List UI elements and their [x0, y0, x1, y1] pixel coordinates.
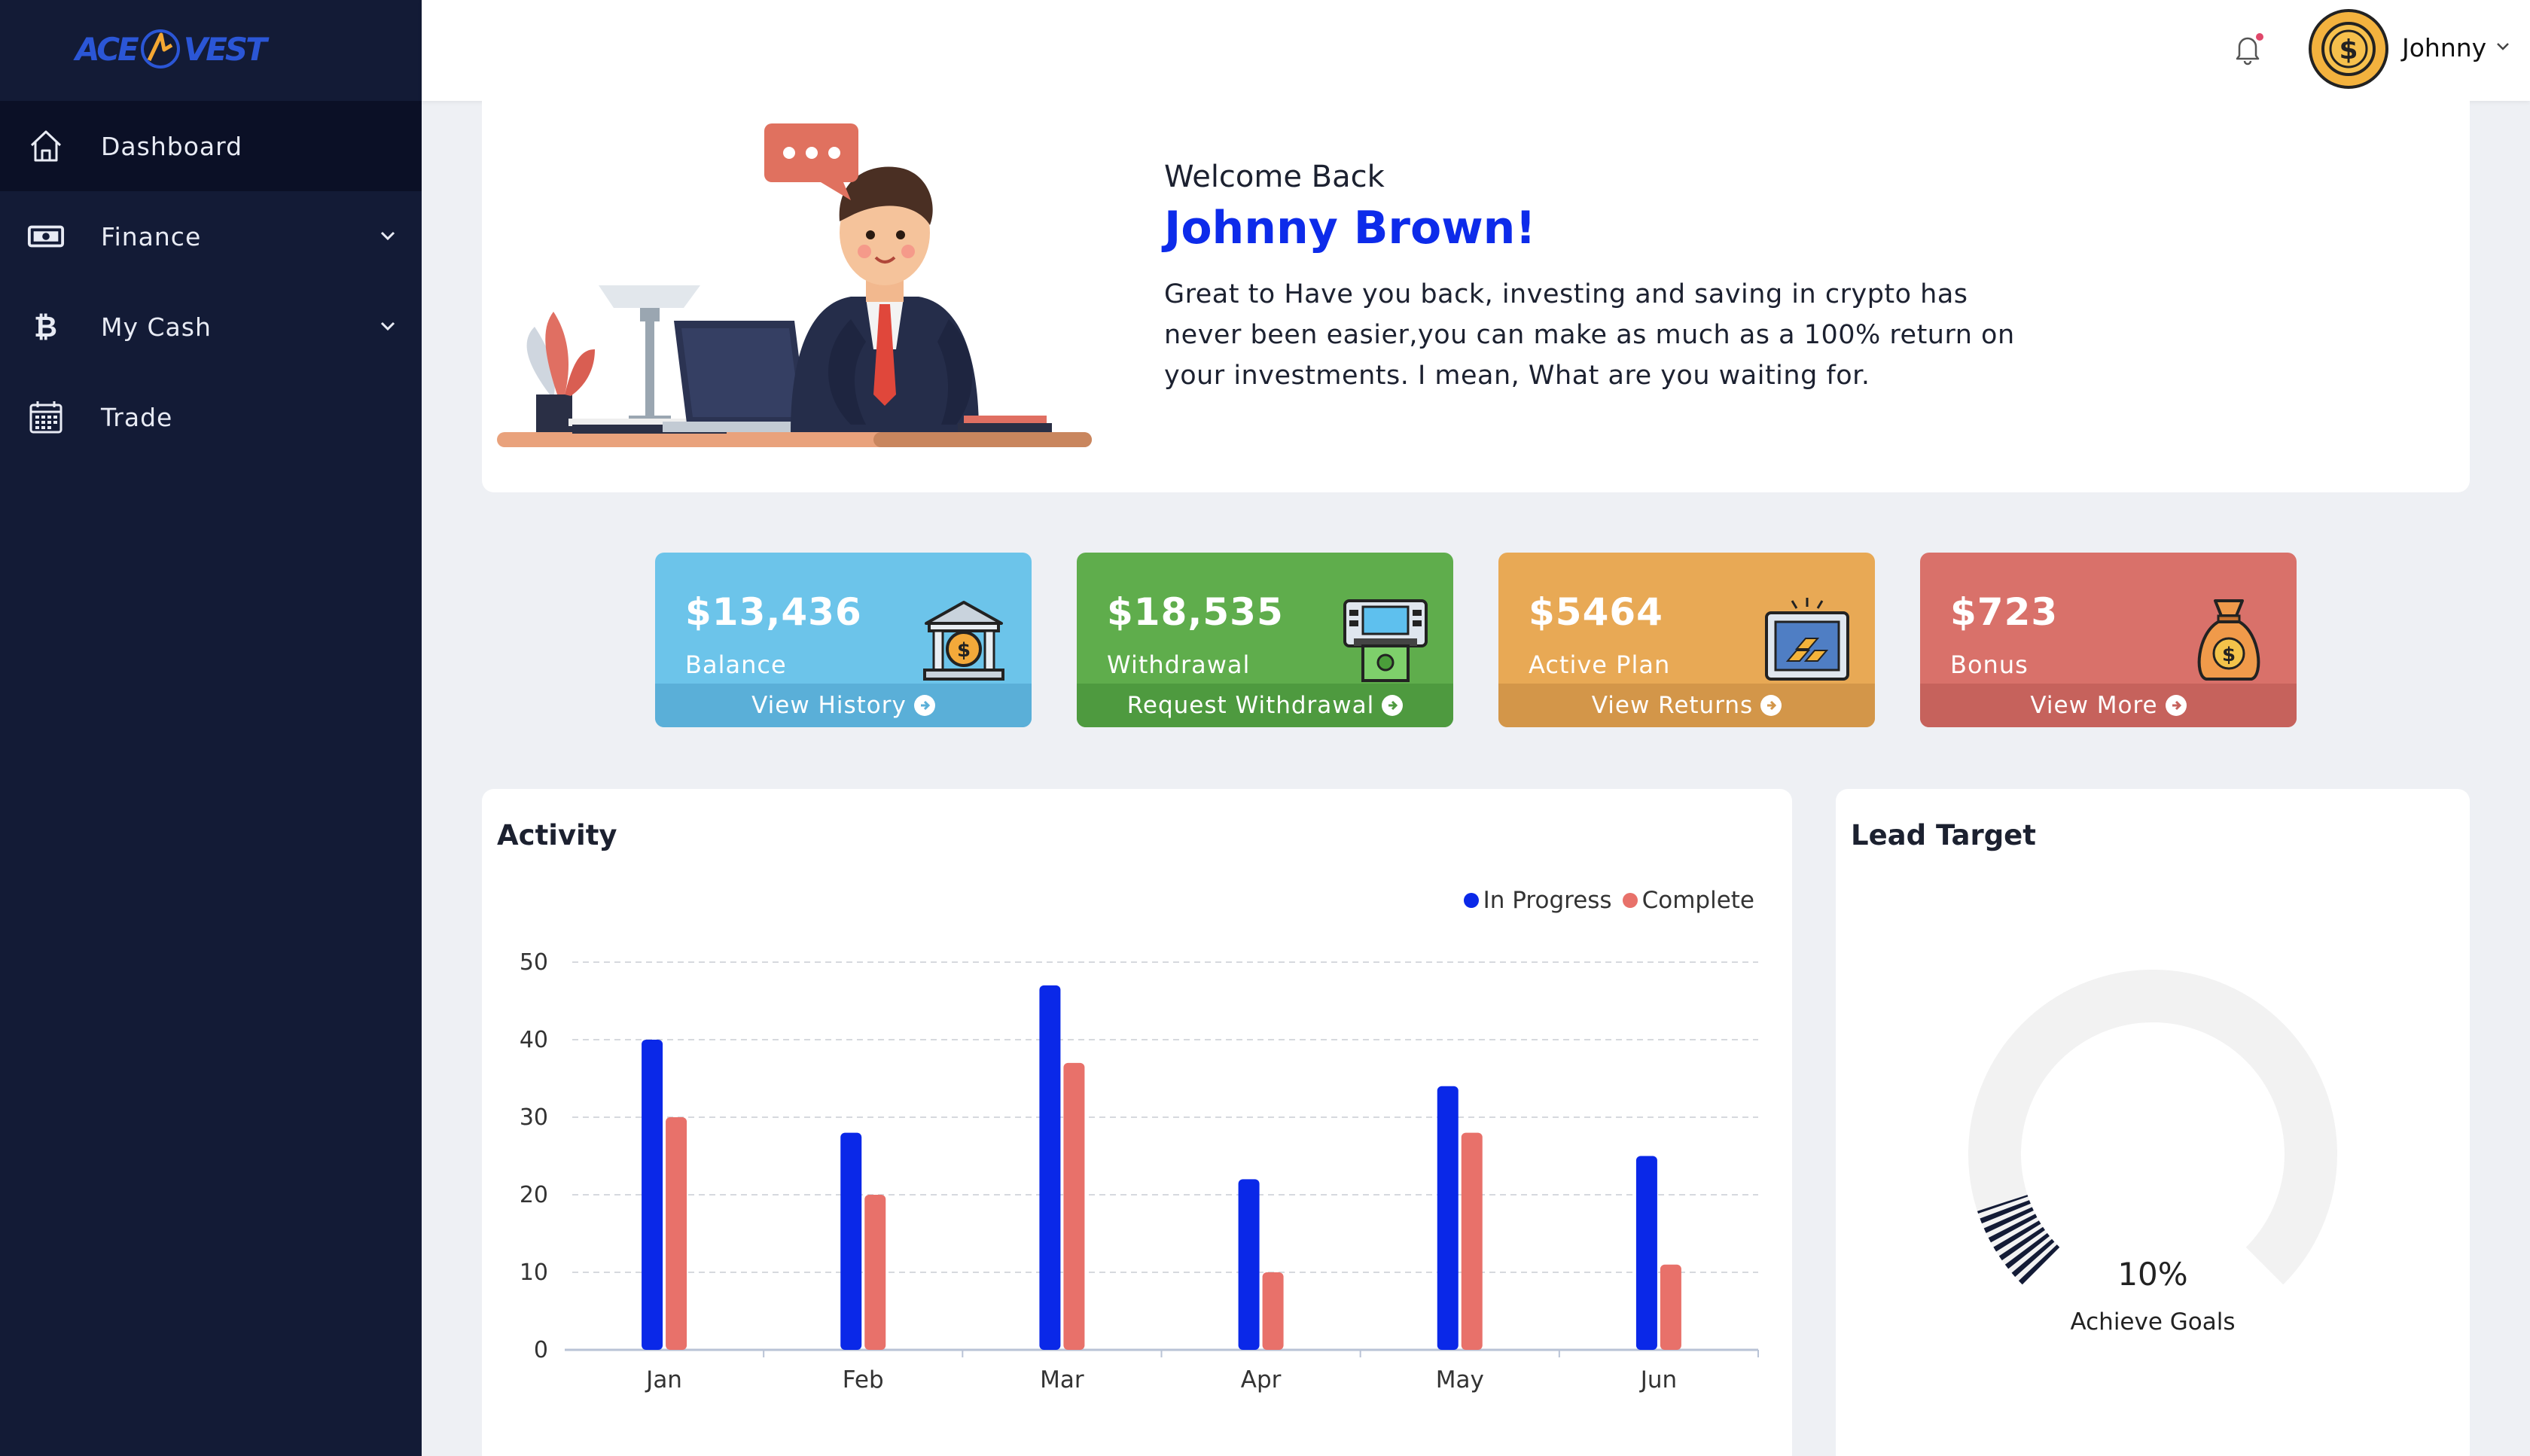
bar-complete[interactable] — [1461, 1132, 1483, 1350]
y-tick-label: 0 — [534, 1337, 548, 1363]
svg-text:₿: ₿ — [34, 310, 58, 343]
y-tick-label: 10 — [520, 1260, 548, 1286]
bar-in-progress[interactable] — [1437, 1086, 1459, 1350]
avatar[interactable]: $ — [2309, 9, 2388, 89]
stat-label: Bonus — [1950, 650, 2029, 679]
lead-target-card: Lead Target 10% Achieve Goals — [1836, 789, 2470, 1456]
bar-in-progress[interactable] — [642, 1040, 663, 1350]
bar-in-progress[interactable] — [1039, 985, 1061, 1350]
y-tick-label: 30 — [520, 1104, 548, 1131]
request-withdrawal-link[interactable]: Request Withdrawal — [1077, 684, 1453, 727]
stat-label: Balance — [685, 650, 787, 679]
chevron-down-icon[interactable] — [2492, 36, 2513, 57]
x-tick-label: May — [1436, 1366, 1484, 1394]
notification-button[interactable] — [2229, 30, 2266, 68]
svg-text:$: $ — [2339, 35, 2358, 65]
stat-label: Withdrawal — [1107, 650, 1251, 679]
stat-card-bonus: $723 Bonus $ View More — [1920, 553, 2297, 727]
welcome-card: Welcome Back Johnny Brown! Great to Have… — [482, 101, 2470, 492]
stat-amount: $13,436 — [685, 590, 862, 634]
sidebar-item-my-cash[interactable]: ₿ My Cash — [0, 282, 422, 372]
view-more-link[interactable]: View More — [1920, 684, 2297, 727]
stat-card-withdrawal: $18,535 Withdrawal Request Withdrawal — [1077, 553, 1453, 727]
logo-mark-icon — [139, 27, 182, 71]
bar-complete[interactable] — [666, 1117, 687, 1350]
stat-action-label: View Returns — [1591, 692, 1754, 719]
welcome-user-name: Johnny Brown! — [1164, 202, 1536, 254]
lead-target-gauge — [1968, 970, 2337, 1285]
coin-dollar-icon: $ — [2321, 22, 2376, 76]
activity-card: Activity In Progress Complete 0 10 20 30 40 5… — [482, 789, 1792, 1456]
arrow-circle-right-icon — [913, 695, 935, 716]
chevron-down-icon[interactable] — [376, 224, 399, 247]
sidebar-item-dashboard[interactable]: Dashboard — [0, 101, 422, 191]
x-tick-label: Feb — [843, 1366, 884, 1394]
welcome-message: Great to Have you back, investing and sa… — [1164, 279, 2015, 391]
stat-amount: $18,535 — [1107, 590, 1284, 634]
lead-target-percent: 10% — [2117, 1256, 2188, 1293]
top-bar: $ Johnny — [422, 0, 2530, 101]
arrow-circle-right-icon — [1760, 695, 1782, 716]
bar-complete[interactable] — [1660, 1264, 1681, 1350]
gold-safe-icon — [1765, 598, 1849, 681]
logo-text-right: VEST — [183, 30, 267, 68]
x-tick-label: Mar — [1040, 1366, 1084, 1394]
stat-amount: $723 — [1950, 590, 2059, 634]
bar-complete[interactable] — [1063, 1062, 1085, 1350]
banknote-icon — [27, 218, 65, 255]
stat-card-active-plan: $5464 Active Plan View Returns — [1498, 553, 1875, 727]
x-tick-label: Jan — [645, 1366, 682, 1394]
businessman-illustration — [497, 123, 1092, 447]
arrow-circle-right-icon — [1382, 695, 1404, 716]
chevron-down-icon[interactable] — [376, 315, 399, 337]
stat-card-balance: $13,436 Balance $ View History — [655, 553, 1032, 727]
bar-in-progress[interactable] — [1635, 1156, 1657, 1351]
sidebar: ACE VEST Dashboard Finance ₿ My Cash Tra… — [0, 0, 422, 1456]
sidebar-item-label: Finance — [101, 221, 202, 251]
username[interactable]: Johnny — [2402, 33, 2486, 62]
atm-icon — [1343, 599, 1428, 682]
notification-dot — [2256, 33, 2263, 41]
y-tick-label: 20 — [520, 1182, 548, 1208]
stat-amount: $5464 — [1529, 590, 1663, 634]
sidebar-item-label: My Cash — [101, 312, 212, 342]
lead-target-caption: Achieve Goals — [2070, 1308, 2236, 1336]
logo-text-left: ACE — [75, 30, 139, 68]
calendar-icon — [27, 398, 65, 436]
sidebar-nav: Dashboard Finance ₿ My Cash Trade — [0, 101, 422, 462]
view-returns-link[interactable]: View Returns — [1498, 684, 1875, 727]
sidebar-item-label: Dashboard — [101, 131, 243, 161]
bank-icon: $ — [923, 601, 1004, 681]
y-tick-label: 50 — [520, 949, 548, 976]
stat-action-label: Request Withdrawal — [1126, 692, 1375, 719]
view-history-link[interactable]: View History — [655, 684, 1032, 727]
sidebar-item-trade[interactable]: Trade — [0, 372, 422, 462]
stat-label: Active Plan — [1529, 650, 1671, 679]
y-tick-label: 40 — [520, 1027, 548, 1053]
money-bag-icon: $ — [2197, 599, 2260, 681]
brand-logo[interactable]: ACE VEST — [75, 23, 267, 75]
welcome-greeting: Welcome Back — [1164, 160, 1385, 194]
sidebar-item-label: Trade — [101, 402, 173, 432]
svg-text:$: $ — [957, 639, 971, 662]
x-tick-label: Jun — [1639, 1366, 1677, 1394]
bar-in-progress[interactable] — [1238, 1179, 1260, 1350]
x-tick-label: Apr — [1241, 1366, 1282, 1394]
home-icon — [27, 127, 65, 165]
activity-bar-chart: 0 10 20 30 40 50 Jan Feb Mar Apr May Jun — [520, 949, 1759, 1394]
bar-complete[interactable] — [864, 1195, 886, 1350]
arrow-circle-right-icon — [2165, 695, 2187, 716]
svg-text:$: $ — [2222, 644, 2236, 666]
bar-in-progress[interactable] — [840, 1132, 862, 1350]
bitcoin-icon: ₿ — [27, 308, 65, 346]
gauge-track — [1968, 970, 2337, 1285]
sidebar-item-finance[interactable]: Finance — [0, 191, 422, 282]
bar-complete[interactable] — [1262, 1272, 1284, 1350]
stat-action-label: View More — [2030, 692, 2158, 719]
stat-action-label: View History — [751, 692, 907, 719]
